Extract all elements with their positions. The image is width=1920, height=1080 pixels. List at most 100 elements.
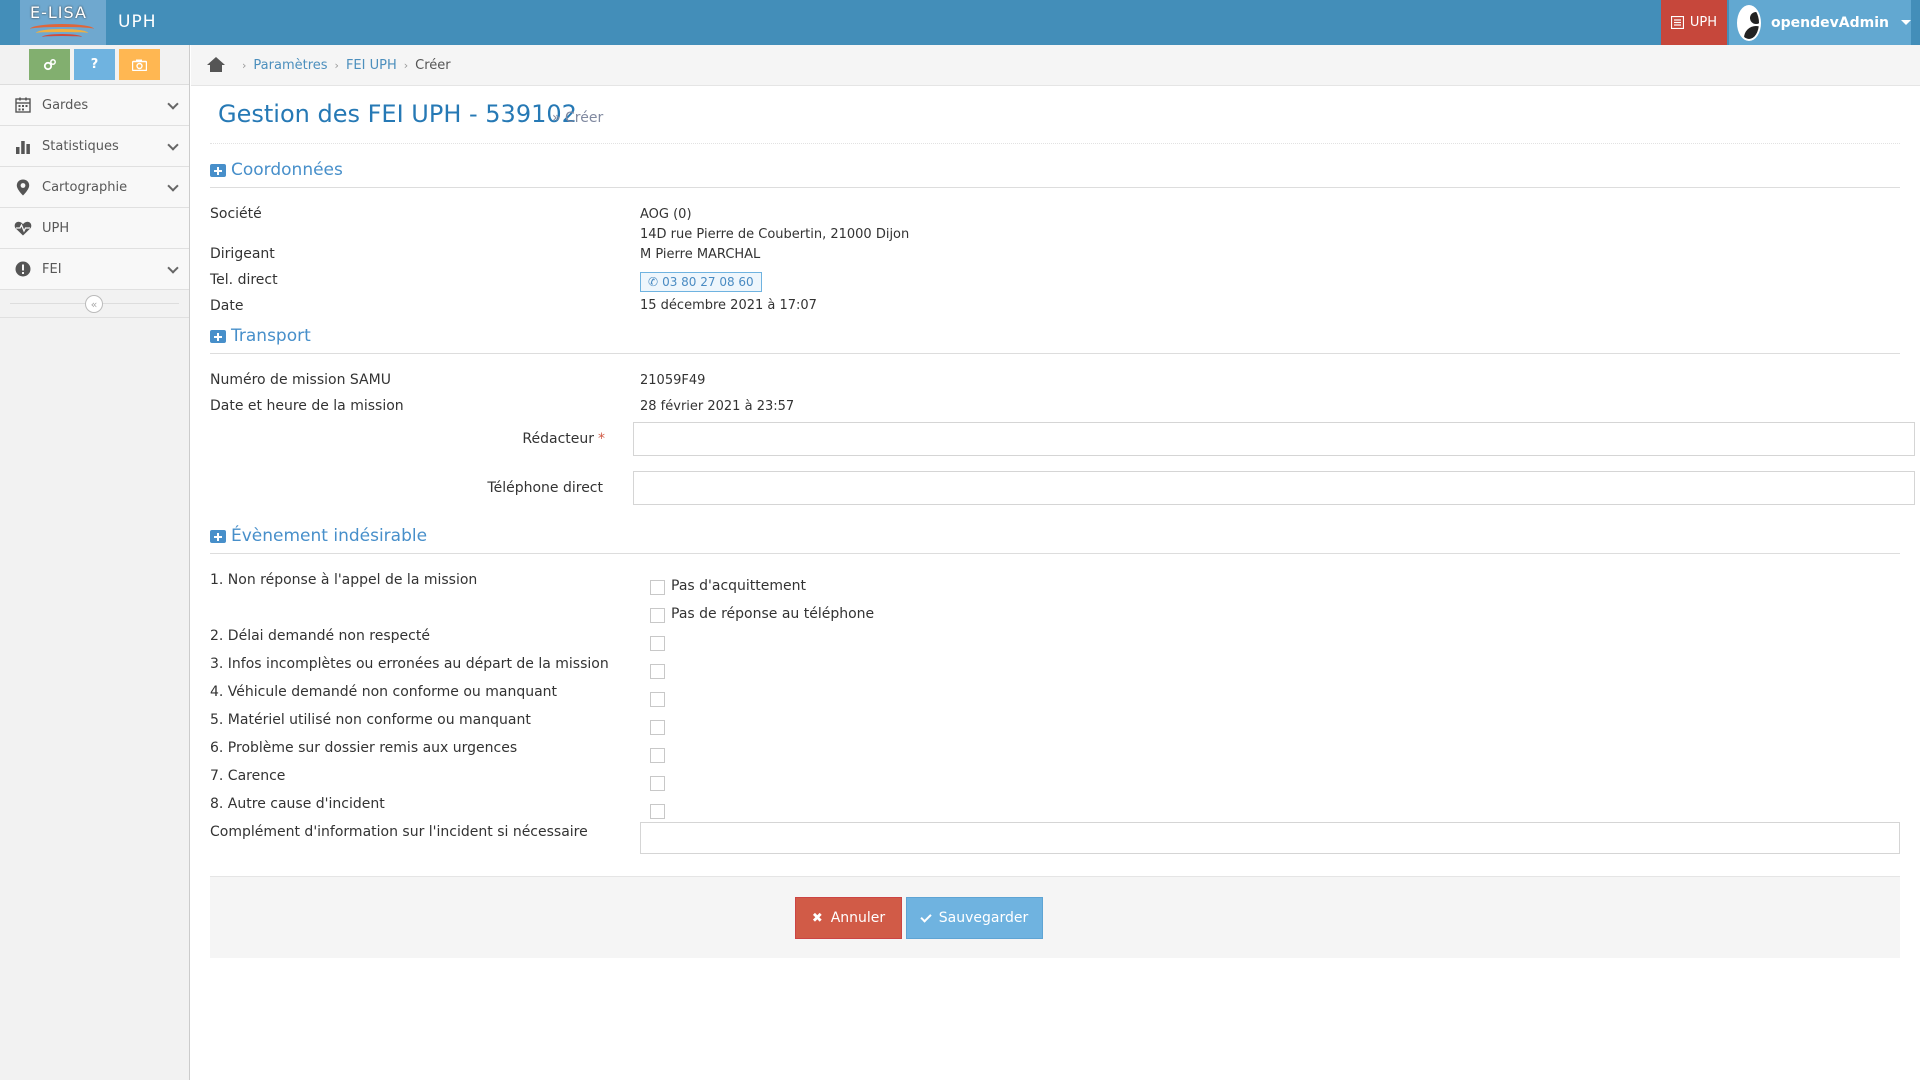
- cancel-button[interactable]: ✖ Annuler: [795, 897, 902, 939]
- section-evenement-indesirable: Évènement indésirable: [210, 526, 1900, 554]
- sidebar-item-label: Gardes: [42, 97, 89, 113]
- page-title: Gestion des FEI UPH - 539102: [218, 100, 577, 128]
- app-name[interactable]: UPH: [118, 12, 156, 32]
- calendar-icon: [14, 97, 32, 113]
- question-8-checkbox[interactable]: [650, 804, 665, 819]
- logo-swoosh: [42, 34, 82, 40]
- sidebar-item-cartographie[interactable]: Cartographie: [0, 167, 189, 208]
- check-icon: [920, 910, 932, 923]
- question-3-label: 3. Infos incomplètes ou erronées au dépa…: [210, 656, 609, 672]
- user-menu[interactable]: opendevAdmin: [1729, 0, 1911, 45]
- question-6-label: 6. Problème sur dossier remis aux urgenc…: [210, 740, 518, 756]
- dirigeant-label: Dirigeant: [210, 246, 275, 262]
- elisa-logo[interactable]: E-LISA: [20, 0, 106, 45]
- breadcrumb: › Paramètres › FEI UPH › Créer: [191, 45, 1920, 86]
- question-4-checkbox[interactable]: [650, 692, 665, 707]
- list-alt-icon: [1670, 16, 1684, 29]
- pas-acquittement-label: Pas d'acquittement: [671, 578, 807, 594]
- uph-module-button[interactable]: UPH: [1661, 0, 1727, 45]
- tel-direct-value: 03 80 27 08 60: [662, 275, 754, 289]
- settings-shortcut-button[interactable]: [29, 49, 70, 80]
- save-button[interactable]: Sauvegarder: [906, 897, 1043, 939]
- sidebar-item-gardes[interactable]: Gardes: [0, 85, 189, 126]
- save-label: Sauvegarder: [938, 910, 1029, 926]
- sidebar-collapse-bar: «: [0, 290, 189, 318]
- breadcrumb-link-fei-uph[interactable]: FEI UPH: [346, 58, 397, 73]
- logo-text: E-LISA: [30, 3, 87, 22]
- sidebar-item-label: UPH: [42, 220, 70, 236]
- question-4-label: 4. Véhicule demandé non conforme ou manq…: [210, 684, 558, 700]
- question-3-checkbox[interactable]: [650, 664, 665, 679]
- medkit-icon: [210, 330, 226, 343]
- question-1-label: 1. Non réponse à l'appel de la mission: [210, 572, 478, 588]
- chevron-right-icon: ›: [403, 58, 409, 72]
- exclamation-circle-icon: [14, 261, 32, 277]
- section-transport: Transport: [210, 326, 1900, 354]
- cancel-label: Annuler: [830, 910, 886, 926]
- cogs-icon: [43, 58, 56, 70]
- phone-icon: ✆: [648, 275, 659, 289]
- breadcrumb-link-parametres[interactable]: Paramètres: [253, 58, 327, 73]
- mission-date-value: 28 février 2021 à 23:57: [640, 399, 795, 414]
- sidebar-item-label: FEI: [42, 261, 62, 277]
- sidebar-item-fei[interactable]: FEI: [0, 249, 189, 290]
- date-value: 15 décembre 2021 à 17:07: [640, 298, 817, 313]
- chevron-down-icon: [167, 180, 179, 192]
- help-shortcut-button[interactable]: ?: [74, 49, 115, 80]
- sidebar-item-label: Cartographie: [42, 179, 128, 195]
- question-icon: ?: [90, 57, 99, 72]
- close-icon: ✖: [811, 910, 823, 926]
- phone-badge[interactable]: ✆ 03 80 27 08 60: [640, 272, 762, 292]
- date-label: Date: [210, 298, 244, 314]
- page-subtitle: » Créer: [552, 110, 604, 126]
- bar-chart-icon: [14, 138, 32, 154]
- question-7-label: 7. Carence: [210, 768, 286, 784]
- dirigeant-value: M Pierre MARCHAL: [640, 247, 761, 262]
- sidebar-item-uph[interactable]: UPH: [0, 208, 189, 249]
- medkit-icon: [210, 164, 226, 177]
- question-2-label: 2. Délai demandé non respecté: [210, 628, 430, 644]
- pas-acquittement-checkbox[interactable]: [650, 580, 665, 595]
- pas-reponse-telephone-label: Pas de réponse au téléphone: [671, 606, 875, 622]
- camera-shortcut-button[interactable]: [119, 49, 160, 80]
- complement-input[interactable]: [640, 822, 1900, 854]
- redacteur-label: Rédacteur *: [522, 431, 605, 447]
- pas-reponse-telephone-checkbox[interactable]: [650, 608, 665, 623]
- page-header: Gestion des FEI UPH - 539102 » Créer: [210, 100, 1900, 144]
- tel-direct-label: Tel. direct: [210, 272, 278, 288]
- section-coordonnees: Coordonnées: [210, 160, 1900, 188]
- heartbeat-icon: [14, 221, 32, 236]
- form-actions: ✖ Annuler Sauvegarder: [210, 876, 1900, 958]
- question-5-label: 5. Matériel utilisé non conforme ou manq…: [210, 712, 531, 728]
- question-7-checkbox[interactable]: [650, 776, 665, 791]
- telephone-direct-input[interactable]: [633, 471, 1915, 505]
- home-icon[interactable]: [207, 57, 225, 73]
- mission-number-label: Numéro de mission SAMU: [210, 372, 391, 388]
- sidebar-item-statistiques[interactable]: Statistiques: [0, 126, 189, 167]
- map-marker-icon: [14, 179, 32, 196]
- required-marker: *: [598, 431, 605, 447]
- section-title: Évènement indésirable: [231, 526, 428, 546]
- username: opendevAdmin: [1771, 14, 1889, 31]
- question-6-checkbox[interactable]: [650, 748, 665, 763]
- question-8-label: 8. Autre cause d'incident: [210, 796, 385, 812]
- top-navbar: E-LISA UPH UPH opendevAdmin: [0, 0, 1920, 45]
- sidebar: ? Gardes Statistiques Cartographie UPH F…: [0, 45, 190, 1080]
- redacteur-input[interactable]: [633, 422, 1915, 456]
- chevron-down-icon: [167, 98, 179, 110]
- telephone-direct-label: Téléphone direct: [487, 480, 603, 496]
- societe-value: AOG (0): [640, 207, 692, 222]
- sidebar-item-label: Statistiques: [42, 138, 119, 154]
- societe-label: Société: [210, 206, 262, 222]
- medkit-icon: [210, 530, 226, 543]
- question-5-checkbox[interactable]: [650, 720, 665, 735]
- sidebar-collapse-button[interactable]: «: [85, 295, 103, 313]
- caret-down-icon: [1901, 20, 1911, 25]
- chevron-right-icon: ›: [242, 58, 247, 72]
- camera-icon: [132, 59, 147, 71]
- sidebar-shortcuts: ?: [0, 45, 189, 85]
- section-title: Coordonnées: [231, 160, 343, 180]
- question-2-checkbox[interactable]: [650, 636, 665, 651]
- complement-label: Complément d'information sur l'incident …: [210, 824, 588, 840]
- chevron-down-icon: [167, 262, 179, 274]
